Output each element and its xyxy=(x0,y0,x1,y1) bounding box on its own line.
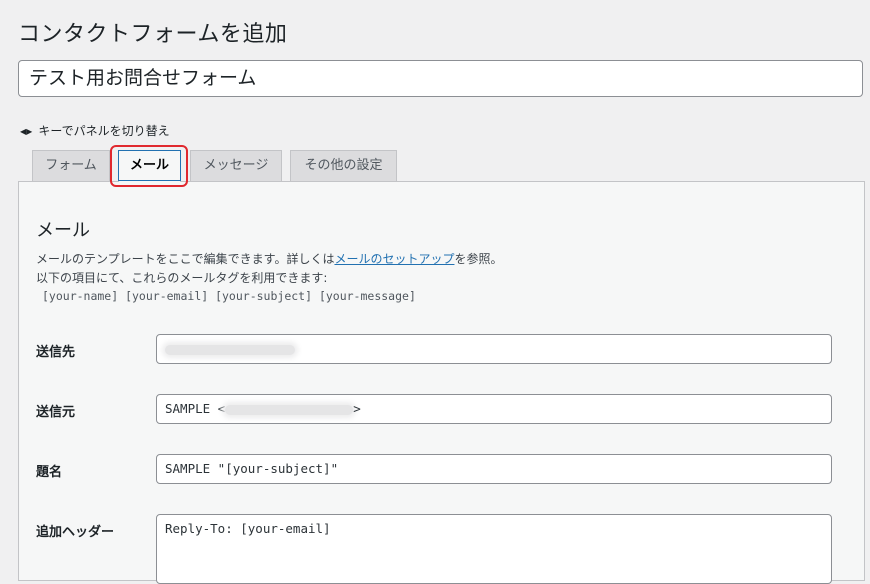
tab-form[interactable]: フォーム xyxy=(32,150,110,181)
subject-field[interactable]: SAMPLE "[your-subject]" xyxy=(156,454,832,484)
from-field[interactable]: SAMPLE < > xyxy=(156,394,832,424)
form-title-input[interactable]: テスト用お問合せフォーム xyxy=(18,60,863,97)
from-value-prefix: SAMPLE < xyxy=(165,401,226,416)
redacted-email xyxy=(225,404,354,415)
keyboard-hint-text: キーでパネルを切り替え xyxy=(38,124,170,138)
to-field[interactable] xyxy=(156,334,832,364)
mail-tags-list: [your-name] [your-email] [your-subject] … xyxy=(42,289,416,303)
mail-tags-intro: 以下の項目にて、これらのメールタグを利用できます: xyxy=(36,271,328,285)
additional-headers-label: 追加ヘッダー xyxy=(36,525,115,540)
to-label: 送信先 xyxy=(36,345,76,360)
subject-label: 題名 xyxy=(36,465,63,480)
keyboard-hint: ◀▶ キーでパネルを切り替え xyxy=(20,122,170,139)
mail-section-title: メール xyxy=(36,220,90,241)
left-right-arrows-icon: ◀▶ xyxy=(20,127,33,136)
mail-description: メールのテンプレートをここで編集できます。詳しくはメールのセットアップを参照。 xyxy=(36,250,502,267)
tab-additional-settings[interactable]: その他の設定 xyxy=(290,150,397,181)
description-suffix: を参照。 xyxy=(454,252,503,266)
redacted-email xyxy=(165,344,295,355)
description-prefix: メールのテンプレートをここで編集できます。詳しくは xyxy=(36,252,335,266)
mail-setup-link[interactable]: メールのセットアップ xyxy=(334,252,454,266)
from-label: 送信元 xyxy=(36,405,76,420)
tab-messages[interactable]: メッセージ xyxy=(190,150,282,181)
from-value-suffix: > xyxy=(353,401,361,416)
tab-highlight-box xyxy=(110,145,188,187)
additional-headers-textarea[interactable]: Reply-To: [your-email] xyxy=(156,514,832,584)
page-title: コンタクトフォームを追加 xyxy=(18,22,288,47)
